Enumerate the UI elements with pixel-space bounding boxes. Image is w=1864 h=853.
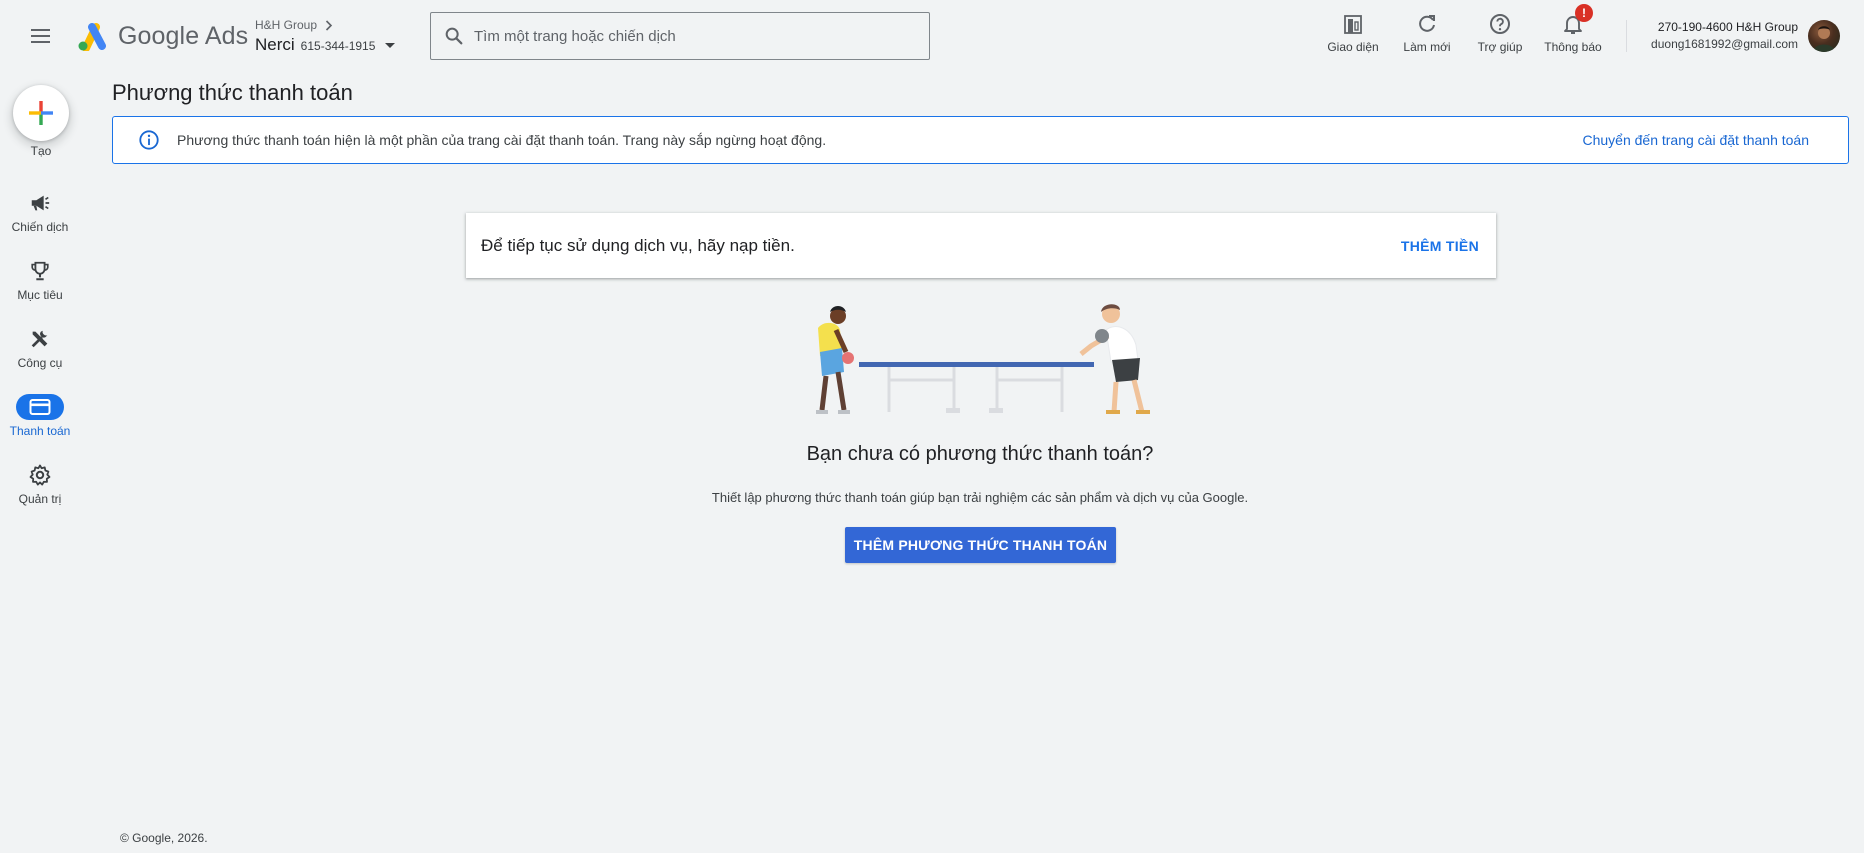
nav-icon-wrap	[16, 326, 64, 352]
product-name: Google Ads	[118, 21, 249, 50]
nav-item-goals[interactable]: Mục tiêu	[0, 258, 80, 302]
help-label: Trợ giúp	[1477, 40, 1523, 54]
nav-label-campaigns: Chiến dịch	[11, 220, 69, 234]
tools-icon	[31, 330, 48, 348]
refresh-button[interactable]: Làm mới	[1399, 10, 1455, 56]
table-wheel	[946, 408, 960, 413]
nav-item-campaigns[interactable]: Chiến dịch	[0, 190, 80, 234]
plus-icon	[29, 101, 53, 125]
add-payment-method-button[interactable]: THÊM PHƯƠNG THỨC THANH TOÁN	[845, 527, 1116, 563]
billing-settings-link[interactable]: Chuyển đến trang cài đặt thanh toán	[1582, 132, 1809, 148]
google-ads-logo-icon	[78, 23, 106, 51]
nav-label-tools: Công cụ	[17, 356, 63, 370]
top-bar: Google Ads H&H Group Nerci 615-344-1915 …	[0, 0, 1864, 72]
google-ads-logo[interactable]: Google Ads	[76, 18, 248, 54]
account-info[interactable]: 270-190-4600 H&H Group duong1681992@gmai…	[1630, 20, 1798, 51]
caret-down-icon	[385, 43, 396, 48]
appearance-icon	[1344, 15, 1362, 34]
notifications-button[interactable]: ! Thông báo	[1541, 4, 1605, 56]
nav-item-billing[interactable]: Thanh toán	[0, 394, 80, 438]
add-funds-button[interactable]: THÊM TIỀN	[1401, 238, 1479, 254]
footer-copyright: © Google, 2026.	[120, 831, 208, 845]
banner-message: Phương thức thanh toán hiện là một phần …	[177, 132, 827, 148]
scrollbar[interactable]	[1852, 72, 1864, 853]
credit-card-icon	[29, 399, 51, 415]
refresh-icon	[1419, 15, 1435, 32]
account-switcher[interactable]: H&H Group Nerci 615-344-1915	[255, 18, 405, 58]
account-name: Nerci	[255, 35, 295, 54]
create-label: Tạo	[30, 144, 52, 158]
notifications-label: Thông báo	[1544, 40, 1602, 54]
avatar[interactable]	[1808, 20, 1840, 52]
appearance-label: Giao diện	[1327, 40, 1379, 54]
right-player	[1079, 304, 1150, 414]
nav-item-tools[interactable]: Công cụ	[0, 326, 80, 370]
add-funds-card: Để tiếp tục sử dụng dịch vụ, hãy nạp tiề…	[466, 213, 1496, 278]
info-banner: Phương thức thanh toán hiện là một phần …	[112, 116, 1849, 164]
refresh-label: Làm mới	[1403, 40, 1451, 54]
left-player	[816, 306, 854, 414]
notification-badge: !	[1575, 4, 1593, 22]
megaphone-icon	[31, 195, 50, 211]
customer-account-line: 270-190-4600 H&H Group	[1657, 20, 1798, 34]
account-row: Nerci 615-344-1915	[255, 35, 405, 55]
nav-icon-wrap	[16, 394, 64, 420]
search-icon	[445, 27, 463, 45]
gear-icon	[29, 464, 51, 486]
empty-state-title: Bạn chưa có phương thức thanh toán?	[806, 443, 1154, 465]
user-email: duong1681992@gmail.com	[1651, 37, 1798, 51]
search-box[interactable]	[430, 12, 930, 60]
table-wheel	[989, 408, 1003, 413]
main-menu-button[interactable]	[24, 22, 56, 50]
help-icon	[1490, 14, 1510, 34]
add-funds-message: Để tiếp tục sử dụng dịch vụ, hãy nạp tiề…	[481, 235, 795, 255]
help-button[interactable]: Trợ giúp	[1474, 10, 1526, 56]
ping-pong-illustration	[816, 304, 1150, 414]
avatar-photo	[1813, 26, 1835, 52]
search-input[interactable]	[474, 27, 914, 45]
hamburger-line	[30, 41, 50, 43]
appearance-button[interactable]: Giao diện	[1323, 10, 1383, 56]
hamburger-line	[30, 29, 50, 31]
nav-label-billing: Thanh toán	[9, 424, 71, 438]
account-group-name: H&H Group	[255, 18, 318, 32]
page-title: Phương thức thanh toán	[112, 80, 353, 105]
table-legs	[887, 367, 1064, 412]
empty-state-description: Thiết lập phương thức thanh toán giúp bạ…	[711, 490, 1249, 505]
toolbar-divider	[1626, 20, 1627, 52]
table-top	[859, 362, 1094, 367]
nav-label-goals: Mục tiêu	[17, 288, 63, 302]
create-button[interactable]	[13, 85, 69, 141]
account-group-breadcrumb: H&H Group	[255, 18, 405, 32]
nav-icon-wrap	[16, 258, 64, 284]
hamburger-line	[30, 35, 50, 37]
chevron-right-icon	[325, 19, 333, 31]
trophy-icon	[31, 261, 49, 281]
info-icon	[139, 130, 159, 150]
account-id: 615-344-1915	[300, 39, 376, 53]
nav-icon-wrap	[16, 190, 64, 216]
